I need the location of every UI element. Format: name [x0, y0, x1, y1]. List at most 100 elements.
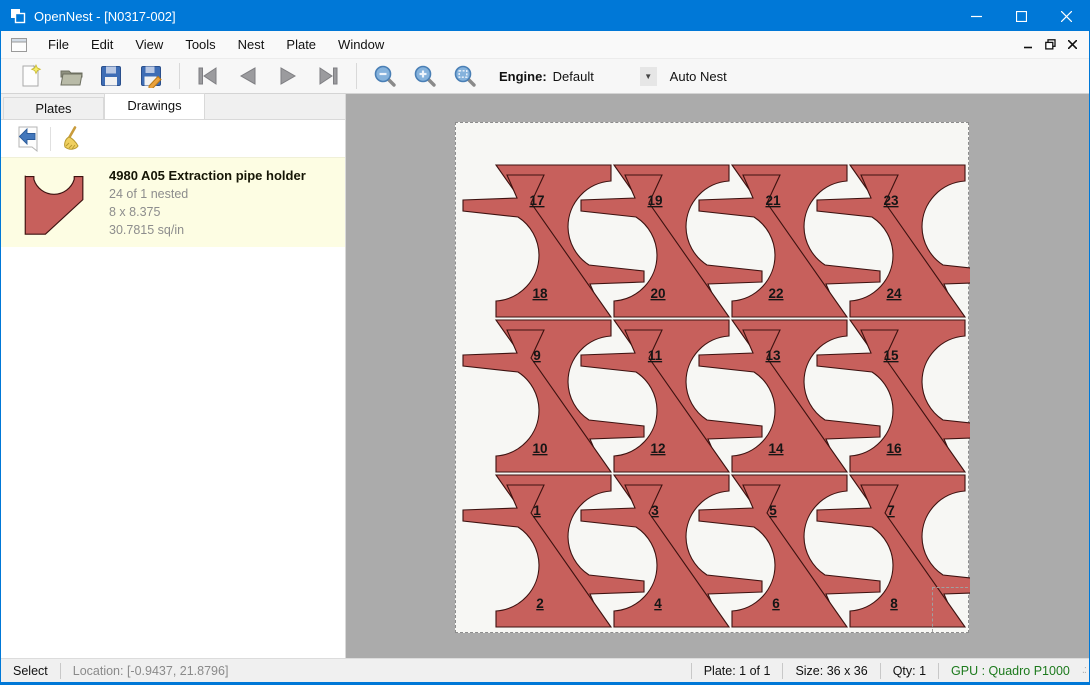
menu-view[interactable]: View	[124, 32, 174, 57]
part-number-label: 1	[533, 503, 541, 518]
maximize-button[interactable]	[999, 1, 1044, 31]
nested-pair[interactable]: 1920	[581, 165, 762, 317]
nested-pair[interactable]: 12	[463, 475, 644, 627]
new-document-icon	[19, 64, 43, 88]
next-arrow-icon	[277, 66, 299, 86]
menu-tools[interactable]: Tools	[174, 32, 226, 57]
drawing-area: 30.7815 sq/in	[109, 223, 306, 237]
part-number-label: 3	[651, 503, 659, 518]
part-number-label: 24	[886, 286, 902, 301]
menu-file[interactable]: File	[37, 32, 80, 57]
left-panel: Plates Drawings	[1, 94, 346, 658]
nested-pair[interactable]: 2122	[699, 165, 880, 317]
close-button[interactable]	[1044, 1, 1089, 31]
drawing-list-item[interactable]: 4980 A05 Extraction pipe holder 24 of 1 …	[1, 157, 345, 247]
offcut-marker	[932, 587, 968, 632]
part-number-label: 14	[768, 441, 784, 456]
zoom-fit-button[interactable]	[450, 62, 480, 90]
part-number-label: 2	[536, 596, 544, 611]
menu-window[interactable]: Window	[327, 32, 395, 57]
part-number-label: 11	[648, 348, 663, 363]
previous-arrow-icon	[237, 66, 259, 86]
app-icon	[10, 8, 26, 24]
part-number-label: 8	[890, 596, 898, 611]
return-part-button[interactable]	[14, 125, 42, 153]
last-plate-button[interactable]	[313, 62, 343, 90]
engine-value: Default	[553, 69, 640, 84]
save-edit-icon	[139, 64, 163, 88]
nested-pair[interactable]: 11 12	[581, 320, 762, 472]
clear-button[interactable]	[59, 125, 87, 153]
part-number-label: 23	[883, 193, 899, 208]
tab-strip: Plates Drawings	[1, 94, 345, 120]
nested-pair[interactable]: 56	[699, 475, 880, 627]
status-qty: Qty: 1	[881, 664, 938, 678]
part-number-label: 17	[529, 193, 544, 208]
resize-grip[interactable]: .:	[1082, 664, 1089, 678]
engine-label: Engine:	[499, 69, 547, 84]
drawing-nested-count: 24 of 1 nested	[109, 187, 306, 201]
drawings-toolbar	[1, 120, 345, 157]
drawing-size: 8 x 8.375	[109, 205, 306, 219]
zoom-fit-icon	[453, 64, 477, 88]
title-bar: OpenNest - [N0317-002]	[1, 1, 1089, 31]
status-gpu: GPU : Quadro P1000	[939, 664, 1082, 678]
menu-plate[interactable]: Plate	[275, 32, 327, 57]
status-bar: Select Location: [-0.9437, 21.8796] Plat…	[1, 658, 1089, 682]
menu-nest[interactable]: Nest	[227, 32, 276, 57]
zoom-in-button[interactable]	[410, 62, 440, 90]
part-number-label: 15	[883, 348, 899, 363]
menu-bar: File Edit View Tools Nest Plate Window	[1, 31, 1089, 58]
first-arrow-icon	[196, 66, 220, 86]
nested-pair[interactable]: 13 14	[699, 320, 880, 472]
nested-pair[interactable]: 34	[581, 475, 762, 627]
mdi-document-icon[interactable]	[11, 38, 27, 52]
part-number-label: 12	[650, 441, 665, 456]
nested-pair[interactable]: 1516	[817, 320, 970, 472]
drawings-list-empty-area	[1, 247, 345, 658]
zoom-out-button[interactable]	[370, 62, 400, 90]
nested-pair[interactable]: 910	[463, 320, 644, 472]
mdi-close-button[interactable]	[1061, 35, 1083, 55]
menu-edit[interactable]: Edit	[80, 32, 124, 57]
part-number-label: 7	[887, 503, 895, 518]
nest-svg: 171819202122232491011121314151612345678	[456, 123, 970, 634]
minimize-button[interactable]	[954, 1, 999, 31]
drawing-item-details: 4980 A05 Extraction pipe holder 24 of 1 …	[109, 165, 306, 239]
part-number-label: 13	[765, 348, 781, 363]
status-size: Size: 36 x 36	[783, 664, 879, 678]
drawing-title: 4980 A05 Extraction pipe holder	[109, 165, 306, 183]
broom-icon	[61, 126, 85, 152]
new-nest-button[interactable]	[16, 62, 46, 90]
tab-drawings[interactable]: Drawings	[104, 93, 205, 119]
open-folder-icon	[59, 64, 84, 88]
nest-canvas[interactable]: 171819202122232491011121314151612345678	[346, 94, 1089, 658]
open-button[interactable]	[56, 62, 86, 90]
main-toolbar: Engine: Default ▼ Auto Nest	[1, 58, 1089, 94]
save-button[interactable]	[96, 62, 126, 90]
engine-select[interactable]: Default ▼	[553, 66, 657, 87]
mdi-restore-button[interactable]	[1039, 35, 1061, 55]
chevron-down-icon[interactable]: ▼	[640, 67, 657, 86]
mdi-minimize-button[interactable]	[1017, 35, 1039, 55]
part-number-label: 18	[532, 286, 548, 301]
part-number-label: 10	[532, 441, 547, 456]
part-number-label: 19	[647, 193, 662, 208]
part-number-label: 5	[769, 503, 777, 518]
plate[interactable]: 171819202122232491011121314151612345678	[455, 122, 969, 633]
save-as-button[interactable]	[136, 62, 166, 90]
status-plate: Plate: 1 of 1	[692, 664, 783, 678]
next-plate-button[interactable]	[273, 62, 303, 90]
part-number-label: 22	[768, 286, 783, 301]
part-number-label: 20	[650, 286, 665, 301]
part-number-label: 6	[772, 596, 780, 611]
status-mode: Select	[1, 664, 60, 678]
tab-plates[interactable]: Plates	[3, 97, 104, 119]
auto-nest-button[interactable]: Auto Nest	[661, 65, 736, 88]
first-plate-button[interactable]	[193, 62, 223, 90]
zoom-out-icon	[373, 64, 397, 88]
previous-plate-button[interactable]	[233, 62, 263, 90]
save-icon	[99, 64, 123, 88]
nested-pair[interactable]: 1718	[463, 165, 644, 317]
nested-pair[interactable]: 23 24	[817, 165, 970, 317]
